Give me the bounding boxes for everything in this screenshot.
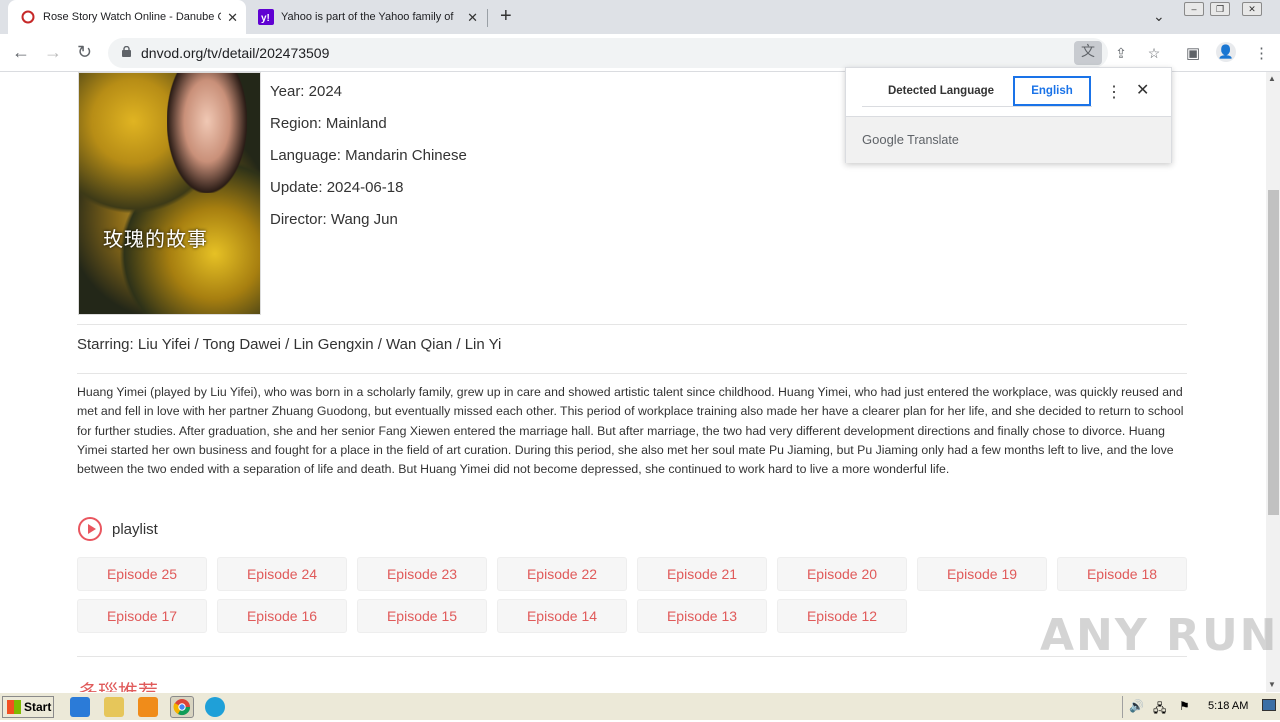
flag-icon[interactable]: ⚑ bbox=[1179, 699, 1190, 713]
playlist-label: playlist bbox=[112, 520, 158, 538]
episode-button[interactable]: Episode 13 bbox=[637, 599, 767, 633]
folder-icon[interactable] bbox=[104, 697, 124, 717]
episode-button[interactable]: Episode 18 bbox=[1057, 557, 1187, 591]
translate-popup: Detected Language English ⋮ ✕ Google Tra… bbox=[845, 67, 1172, 163]
network-icon[interactable]: 🖧 bbox=[1153, 699, 1166, 720]
translate-icon[interactable]: 文 bbox=[1074, 41, 1102, 65]
divider bbox=[77, 373, 1187, 374]
poster-title: 玫瑰的故事 bbox=[103, 227, 208, 251]
windows-logo-icon bbox=[7, 700, 21, 714]
detail-director: Director: Wang Jun bbox=[270, 211, 398, 228]
svg-text:y!: y! bbox=[261, 13, 270, 24]
play-circle-icon bbox=[78, 517, 102, 541]
tab-separator bbox=[487, 9, 488, 27]
translate-footer: Google Translate bbox=[846, 116, 1171, 163]
ie-icon[interactable] bbox=[70, 697, 90, 717]
scroll-down-icon[interactable]: ▼ bbox=[1268, 680, 1276, 689]
share-icon[interactable]: ⇪ bbox=[1111, 43, 1131, 63]
tab-title: Yahoo is part of the Yahoo family of bbox=[281, 11, 454, 23]
menu-kebab-icon[interactable]: ⋮ bbox=[1254, 44, 1269, 62]
show-desktop-icon[interactable] bbox=[1262, 699, 1276, 711]
google-brand: Google bbox=[862, 132, 904, 147]
tab-title: Rose Story Watch Online - Danube C bbox=[43, 11, 221, 23]
divider bbox=[862, 106, 1092, 107]
start-button[interactable]: Start bbox=[2, 696, 54, 718]
volume-icon[interactable]: 🔊 bbox=[1129, 699, 1144, 713]
detail-year: Year: 2024 bbox=[270, 83, 343, 100]
recommend-title: 多瑙推荐 bbox=[78, 680, 158, 692]
url-text: dnvod.org/tv/detail/202473509 bbox=[141, 45, 330, 61]
opera-favicon-icon bbox=[20, 9, 36, 25]
minimize-icon[interactable]: – bbox=[1184, 2, 1204, 16]
chrome-icon bbox=[173, 699, 191, 716]
bookmark-star-icon[interactable]: ☆ bbox=[1144, 43, 1164, 63]
episode-button[interactable]: Episode 22 bbox=[497, 557, 627, 591]
description: Huang Yimei (played by Liu Yifei), who w… bbox=[77, 385, 1184, 477]
episode-button[interactable]: Episode 16 bbox=[217, 599, 347, 633]
close-tab-icon[interactable]: ✕ bbox=[467, 10, 478, 26]
divider bbox=[77, 324, 1187, 325]
episode-button[interactable]: Episode 12 bbox=[777, 599, 907, 633]
detail-language: Language: Mandarin Chinese bbox=[270, 147, 467, 164]
poster-face bbox=[167, 73, 247, 193]
episode-button[interactable]: Episode 17 bbox=[77, 599, 207, 633]
tab-strip: Rose Story Watch Online - Danube C ✕ y! … bbox=[0, 0, 1280, 34]
tab-english[interactable]: English bbox=[1013, 76, 1091, 106]
new-tab-icon[interactable]: + bbox=[500, 6, 512, 26]
yahoo-favicon-icon: y! bbox=[258, 9, 274, 25]
episode-button[interactable]: Episode 24 bbox=[217, 557, 347, 591]
edge-icon[interactable] bbox=[205, 697, 225, 717]
tab-yahoo[interactable]: y! Yahoo is part of the Yahoo family of … bbox=[248, 0, 486, 34]
forward-icon[interactable]: → bbox=[44, 42, 62, 63]
episode-button[interactable]: Episode 20 bbox=[777, 557, 907, 591]
google-translate-brand: Google Translate bbox=[862, 132, 959, 147]
close-icon[interactable]: ✕ bbox=[1136, 80, 1149, 100]
divider bbox=[77, 656, 1187, 657]
restore-icon[interactable]: ❐ bbox=[1210, 2, 1230, 16]
close-window-icon[interactable]: ✕ bbox=[1242, 2, 1262, 16]
episode-button[interactable]: Episode 23 bbox=[357, 557, 487, 591]
scroll-up-icon[interactable]: ▲ bbox=[1268, 74, 1276, 83]
address-bar[interactable]: dnvod.org/tv/detail/202473509 文 ⇪ ☆ bbox=[108, 38, 1160, 68]
media-player-icon[interactable] bbox=[138, 697, 158, 717]
episode-grid: Episode 25 Episode 24 Episode 23 Episode… bbox=[77, 557, 1189, 633]
profile-icon[interactable]: 👤 bbox=[1216, 42, 1236, 62]
detail-region: Region: Mainland bbox=[270, 115, 387, 132]
page-content: 玫瑰的故事 Year: 2024 Region: Mainland Langua… bbox=[0, 72, 1266, 692]
back-icon[interactable]: ← bbox=[12, 42, 30, 63]
tab-detected-language[interactable]: Detected Language bbox=[866, 76, 1016, 106]
system-tray: 🔊 🖧 ⚑ bbox=[1122, 696, 1278, 718]
lock-icon bbox=[122, 46, 131, 57]
starring: Starring: Liu Yifei / Tong Dawei / Lin G… bbox=[77, 336, 502, 353]
scrollbar-thumb[interactable] bbox=[1268, 190, 1279, 515]
clock: 5:18 AM bbox=[1208, 700, 1249, 712]
detail-update: Update: 2024-06-18 bbox=[270, 179, 404, 196]
anyrun-watermark: ANY RUN bbox=[1040, 610, 1279, 661]
more-options-icon[interactable]: ⋮ bbox=[1106, 82, 1122, 102]
tab-rose-story[interactable]: Rose Story Watch Online - Danube C ✕ bbox=[8, 0, 246, 34]
episode-button[interactable]: Episode 14 bbox=[497, 599, 627, 633]
episode-button[interactable]: Episode 19 bbox=[917, 557, 1047, 591]
side-panel-icon[interactable]: ▣ bbox=[1186, 44, 1200, 62]
tab-search-chevron-icon[interactable]: ⌄ bbox=[1153, 8, 1165, 25]
poster-image[interactable]: 玫瑰的故事 bbox=[78, 72, 261, 315]
chrome-taskbar-button[interactable] bbox=[170, 696, 194, 718]
episode-button[interactable]: Episode 21 bbox=[637, 557, 767, 591]
close-tab-icon[interactable]: ✕ bbox=[227, 10, 238, 26]
episode-button[interactable]: Episode 25 bbox=[77, 557, 207, 591]
reload-icon[interactable]: ↻ bbox=[77, 42, 92, 63]
episode-button[interactable]: Episode 15 bbox=[357, 599, 487, 633]
taskbar: Start 🔊 🖧 ⚑ 5:18 AM bbox=[0, 692, 1280, 720]
translate-brand-suffix: Translate bbox=[907, 133, 959, 147]
start-label: Start bbox=[24, 700, 52, 714]
playlist-header: playlist bbox=[78, 517, 158, 541]
